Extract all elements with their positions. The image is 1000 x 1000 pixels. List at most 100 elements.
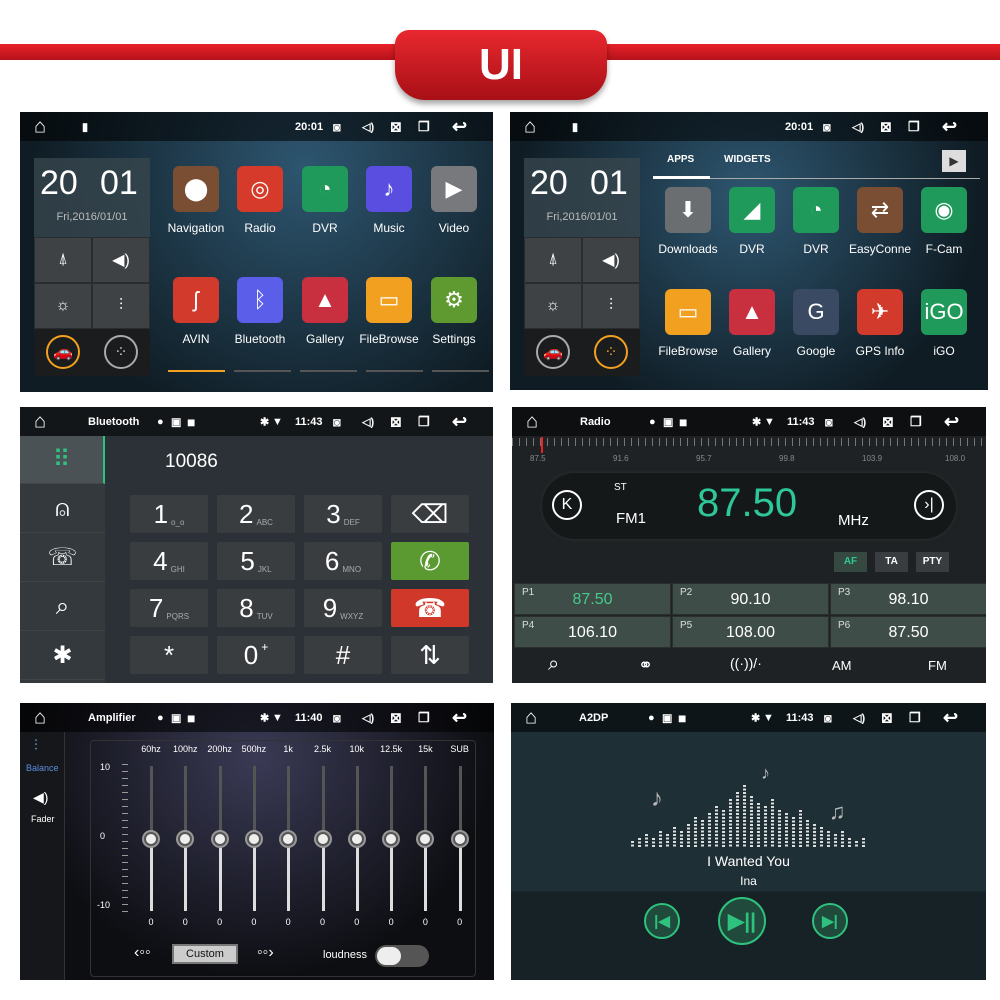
dialpad-tab[interactable]: ⠿ — [20, 436, 105, 484]
band-am-button[interactable]: AM — [832, 658, 852, 673]
tab-apps[interactable]: APPS — [667, 154, 694, 165]
close-app-icon[interactable]: ⊠ — [390, 413, 402, 430]
home-icon[interactable]: ⌂ — [34, 410, 46, 433]
flag-ta-button[interactable]: TA — [875, 552, 908, 572]
preset-button[interactable]: P3 98.10 — [830, 583, 986, 615]
eq-slider-knob[interactable] — [144, 831, 158, 846]
eq-slider-knob[interactable] — [452, 831, 467, 846]
page-indicator[interactable] — [300, 370, 357, 372]
frequency-scale[interactable] — [512, 438, 986, 446]
eq-slider-knob[interactable] — [281, 831, 296, 846]
brightness-icon[interactable]: ☼ — [524, 283, 582, 329]
volume-icon[interactable]: ◁) — [362, 120, 374, 133]
eq-slider-knob[interactable] — [178, 831, 193, 846]
play-store-icon[interactable]: ▶ — [942, 150, 966, 172]
tab-widgets[interactable]: WIDGETS — [724, 154, 771, 165]
next-track-button[interactable]: ▶| — [812, 903, 848, 939]
volume-icon[interactable]: ◁) — [853, 711, 865, 724]
app-filebrowse[interactable]: ▭ FileBrowse — [657, 289, 719, 358]
eq-slider-knob[interactable] — [418, 831, 433, 846]
page-indicator[interactable] — [168, 370, 225, 372]
next-preset-button[interactable]: ◦◦› — [257, 944, 274, 962]
key-8[interactable]: 8 TUV — [217, 589, 295, 627]
app-google[interactable]: G Google — [785, 289, 847, 358]
eq-slider-knob[interactable] — [315, 831, 330, 846]
key-star[interactable]: * — [130, 636, 208, 674]
close-app-icon[interactable]: ⊠ — [880, 118, 892, 135]
app-dvr[interactable]: ◢ DVR — [721, 187, 783, 256]
close-app-icon[interactable]: ⊠ — [881, 709, 893, 726]
back-icon[interactable]: ↩ — [942, 116, 957, 137]
eq-slider-knob[interactable] — [349, 831, 364, 846]
balance-icon[interactable]: ⫶ — [34, 737, 38, 754]
app-fcam[interactable]: ◉ F-Cam — [913, 187, 975, 256]
contacts-tab[interactable]: ⍝ — [20, 485, 105, 533]
key-1[interactable]: 1 o_o — [130, 495, 208, 533]
recent-apps-icon[interactable]: ❐ — [418, 414, 430, 430]
app-navigation[interactable]: ⬤ Navigation — [165, 166, 227, 235]
sound-icon[interactable]: ◀) — [582, 237, 640, 283]
key-hash[interactable]: # — [304, 636, 382, 674]
app-dvr[interactable]: ◔ DVR — [785, 187, 847, 256]
volume-icon[interactable]: ◁) — [852, 120, 864, 133]
volume-icon[interactable]: ◁) — [362, 415, 374, 428]
preset-button[interactable]: P1 87.50 — [514, 583, 671, 615]
app-downloads[interactable]: ⬇ Downloads — [657, 187, 719, 256]
preset-button[interactable]: P5 108.00 — [672, 616, 829, 648]
back-icon[interactable]: ↩ — [943, 707, 958, 728]
preset-button[interactable]: P2 90.10 — [672, 583, 829, 615]
close-app-icon[interactable]: ⊠ — [390, 709, 402, 726]
close-app-icon[interactable]: ⊠ — [882, 413, 894, 430]
scan-search-button[interactable]: ⌕ — [548, 653, 559, 676]
volume-icon[interactable]: ◁) — [362, 711, 374, 724]
recent-apps-icon[interactable]: ❐ — [418, 710, 430, 726]
seek-back-button[interactable]: K — [552, 490, 582, 520]
home-icon[interactable]: ⌂ — [524, 115, 536, 138]
screenshot-icon[interactable]: ◙ — [333, 119, 341, 134]
equalizer-icon[interactable]: ⫶ — [582, 283, 640, 329]
key-4[interactable]: 4 GHI — [130, 542, 208, 580]
flag-pty-button[interactable]: PTY — [916, 552, 949, 572]
key-2[interactable]: 2 ABC — [217, 495, 295, 533]
back-icon[interactable]: ↩ — [452, 411, 467, 432]
page-indicator[interactable] — [366, 370, 423, 372]
eq-slider-knob[interactable] — [246, 831, 261, 846]
home-icon[interactable]: ⌂ — [526, 410, 538, 433]
home-icon[interactable]: ⌂ — [525, 706, 537, 729]
app-avin[interactable]: ʃ AVIN — [165, 277, 227, 346]
launcher-icon[interactable]: ⍋ — [34, 237, 92, 283]
back-icon[interactable]: ↩ — [452, 116, 467, 137]
call-log-tab[interactable]: ☏ — [20, 534, 105, 582]
screenshot-icon[interactable]: ◙ — [825, 414, 833, 429]
preset-custom-button[interactable]: Custom — [172, 944, 238, 964]
apps-mode-button[interactable]: ⁘ — [104, 335, 138, 369]
app-bluetooth[interactable]: ᛒ Bluetooth — [229, 277, 291, 346]
recent-apps-icon[interactable]: ❐ — [910, 414, 922, 430]
recent-apps-icon[interactable]: ❐ — [418, 119, 430, 135]
loudness-toggle[interactable] — [375, 945, 429, 967]
key-6[interactable]: 6 MNO — [304, 542, 382, 580]
eq-slider-knob[interactable] — [384, 831, 399, 846]
app-video[interactable]: ▶ Video — [423, 166, 485, 235]
fader-icon[interactable]: ◀) — [33, 789, 48, 806]
backspace-button[interactable]: ⌫ — [391, 495, 469, 533]
preset-button[interactable]: P6 87.50 — [830, 616, 986, 648]
key-3[interactable]: 3 DEF — [304, 495, 382, 533]
stereo-mono-button[interactable]: ⚭ — [638, 655, 653, 676]
bt-settings-tab[interactable]: ✱ — [20, 632, 105, 680]
car-mode-button[interactable]: 🚗 — [46, 335, 80, 369]
app-radio[interactable]: ◎ Radio — [229, 166, 291, 235]
fader-tab[interactable]: Fader — [31, 814, 55, 824]
local-distance-button[interactable]: ((·))/· — [730, 655, 762, 671]
app-gallery[interactable]: ▲ Gallery — [721, 289, 783, 358]
transfer-button[interactable]: ⇅ — [391, 636, 469, 674]
app-dvr[interactable]: ◔ DVR — [294, 166, 356, 235]
preset-button[interactable]: P4 106.10 — [514, 616, 671, 648]
close-app-icon[interactable]: ⊠ — [390, 118, 402, 135]
key-7[interactable]: 7 PQRS — [130, 589, 208, 627]
key-5[interactable]: 5 JKL — [217, 542, 295, 580]
apps-mode-button[interactable]: ⁘ — [594, 335, 628, 369]
flag-af-button[interactable]: AF — [834, 552, 867, 572]
back-icon[interactable]: ↩ — [452, 707, 467, 728]
app-settings[interactable]: ⚙ Settings — [423, 277, 485, 346]
